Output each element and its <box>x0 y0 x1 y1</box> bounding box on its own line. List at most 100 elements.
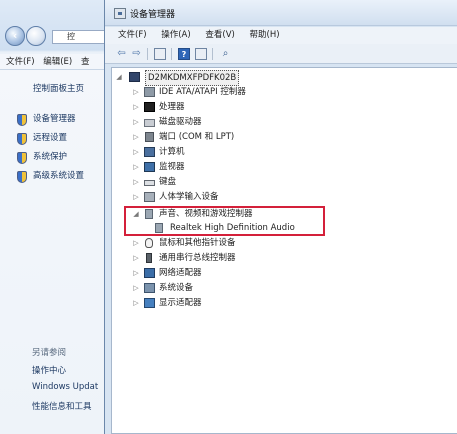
tree-item-label: 网络适配器 <box>159 268 202 278</box>
usb-icon <box>146 253 152 263</box>
computer-icon <box>144 147 155 157</box>
tree-item-system[interactable]: ▷ 系统设备 <box>132 281 332 295</box>
toolbar-separator <box>171 48 172 60</box>
hid-icon <box>144 192 155 202</box>
help-icon[interactable]: ? <box>178 48 190 60</box>
tree-item-sound[interactable]: ◢ 声音、视频和游戏控制器 <box>132 207 322 221</box>
tree-item-label: 系统设备 <box>159 283 194 293</box>
tree-root-label: D2MKDMXFPDFK02B <box>145 70 240 86</box>
performance-info-link[interactable]: 性能信息和工具 <box>32 400 92 412</box>
tree-item-label: 监视器 <box>159 162 185 172</box>
expand-arrow-icon[interactable]: ▷ <box>132 236 140 250</box>
toolbar: ⇦ ⇨ ? ⌕ <box>105 44 457 64</box>
address-text: 控 <box>67 32 75 41</box>
tree-item-mouse[interactable]: ▷ 鼠标和其他指针设备 <box>132 236 332 250</box>
address-bar[interactable]: 控 <box>52 30 110 44</box>
sidebar-item-advanced-settings[interactable]: 高级系统设置 <box>8 169 110 188</box>
port-icon <box>145 132 154 142</box>
tree-item-computer[interactable]: ▷ 计算机 <box>132 145 332 159</box>
expand-arrow-icon[interactable]: ▷ <box>132 160 140 174</box>
shield-icon <box>17 114 27 126</box>
action-center-link[interactable]: 操作中心 <box>32 364 66 376</box>
collapse-arrow-icon[interactable]: ◢ <box>115 70 123 84</box>
tree-item-label: 鼠标和其他指针设备 <box>159 238 236 248</box>
speaker-icon <box>155 223 163 233</box>
forward-button[interactable] <box>26 26 46 46</box>
shield-icon <box>17 133 27 145</box>
expand-arrow-icon[interactable]: ▷ <box>132 296 140 310</box>
mouse-icon <box>145 238 153 248</box>
processor-icon <box>144 102 155 112</box>
system-device-icon <box>144 283 155 293</box>
tree-item-label: 显示适配器 <box>159 298 202 308</box>
scan-hardware-icon[interactable]: ⌕ <box>219 48 232 60</box>
tree-item-label: 计算机 <box>159 147 185 157</box>
disk-drive-icon <box>144 119 155 127</box>
sidebar-item-label: 远程设置 <box>33 133 68 143</box>
window-title: 设备管理器 <box>130 10 176 20</box>
tree-item-label: 声音、视频和游戏控制器 <box>159 209 253 219</box>
sidebar-item-label: 系统保护 <box>33 152 68 162</box>
expand-arrow-icon[interactable]: ▷ <box>132 281 140 295</box>
collapse-arrow-icon[interactable]: ◢ <box>132 207 140 221</box>
tree-item-label: 键盘 <box>159 177 177 187</box>
expand-arrow-icon[interactable]: ▷ <box>132 190 140 204</box>
expand-arrow-icon[interactable]: ▷ <box>132 115 140 129</box>
back-button[interactable]: ‹ <box>5 26 25 46</box>
windows-update-link[interactable]: Windows Updat <box>32 382 98 392</box>
sidebar-item-system-protection[interactable]: 系统保护 <box>8 150 110 169</box>
sound-icon <box>145 209 153 219</box>
expand-arrow-icon[interactable]: ▷ <box>132 266 140 280</box>
properties-icon[interactable] <box>154 48 166 60</box>
forward-arrow-icon[interactable]: ⇨ <box>130 48 143 60</box>
expand-arrow-icon[interactable]: ▷ <box>132 130 140 144</box>
tree-item-keyboard[interactable]: ▷ 键盘 <box>132 175 332 189</box>
cp-menu-edit[interactable]: 编辑(E) <box>43 57 72 67</box>
toolbar-separator <box>147 48 148 60</box>
menu-help[interactable]: 帮助(H) <box>250 30 280 40</box>
menu-view[interactable]: 查看(V) <box>205 30 234 40</box>
title-bar[interactable]: 设备管理器 <box>105 0 457 26</box>
shield-icon <box>17 152 27 164</box>
tree-item-hid[interactable]: ▷ 人体学输入设备 <box>132 190 332 204</box>
cp-home-link[interactable]: 控制面板主页 <box>33 82 110 94</box>
sidebar-item-device-manager[interactable]: 设备管理器 <box>8 112 110 131</box>
cp-menu-bar: 文件(F) 编辑(E) 查 <box>0 54 110 70</box>
tree-root[interactable]: ◢ D2MKDMXFPDFK02B <box>115 70 275 86</box>
expand-arrow-icon[interactable]: ▷ <box>132 175 140 189</box>
back-arrow-icon[interactable]: ⇦ <box>115 48 128 60</box>
sidebar-item-remote-settings[interactable]: 远程设置 <box>8 131 110 150</box>
tree-item-processor[interactable]: ▷ 处理器 <box>132 100 332 114</box>
tree-item-display[interactable]: ▷ 显示适配器 <box>132 296 332 310</box>
menu-file[interactable]: 文件(F) <box>118 30 147 40</box>
tree-item-ports[interactable]: ▷ 端口 (COM 和 LPT) <box>132 130 332 144</box>
see-also-heading: 另请参阅 <box>32 348 67 358</box>
tree-item-label: 磁盘驱动器 <box>159 117 202 127</box>
tree-item-monitor[interactable]: ▷ 监视器 <box>132 160 332 174</box>
tree-item-network[interactable]: ▷ 网络适配器 <box>132 266 332 280</box>
tree-item-label: 人体学输入设备 <box>159 192 219 202</box>
shield-icon <box>17 171 27 183</box>
tree-item-realtek-audio[interactable]: Realtek High Definition Audio <box>155 221 325 235</box>
keyboard-icon <box>144 180 155 186</box>
tree-item-ide[interactable]: ▷ IDE ATA/ATAPI 控制器 <box>132 85 332 99</box>
tree-item-usb[interactable]: ▷ 通用串行总线控制器 <box>132 251 332 265</box>
sidebar-item-label: 高级系统设置 <box>33 171 85 181</box>
menu-action[interactable]: 操作(A) <box>161 30 190 40</box>
show-hidden-icon[interactable] <box>195 48 207 60</box>
expand-arrow-icon[interactable]: ▷ <box>132 145 140 159</box>
cp-menu-file[interactable]: 文件(F) <box>6 57 35 67</box>
expand-arrow-icon[interactable]: ▷ <box>132 100 140 114</box>
tree-item-disk[interactable]: ▷ 磁盘驱动器 <box>132 115 332 129</box>
sidebar-item-label: 设备管理器 <box>33 114 76 124</box>
control-panel-window: ‹ 控 文件(F) 编辑(E) 查 控制面板主页 设备管理器 远程设置 系统保护… <box>0 0 110 434</box>
expand-arrow-icon[interactable]: ▷ <box>132 85 140 99</box>
menu-bar: 文件(F) 操作(A) 查看(V) 帮助(H) <box>105 27 457 44</box>
tree-item-label: IDE ATA/ATAPI 控制器 <box>159 87 246 97</box>
computer-icon <box>129 72 140 82</box>
expand-arrow-icon[interactable]: ▷ <box>132 251 140 265</box>
cp-menu-view[interactable]: 查 <box>81 57 90 67</box>
tree-item-label: 处理器 <box>159 102 185 112</box>
toolbar-separator <box>212 48 213 60</box>
tree-item-label: 端口 (COM 和 LPT) <box>159 132 235 142</box>
